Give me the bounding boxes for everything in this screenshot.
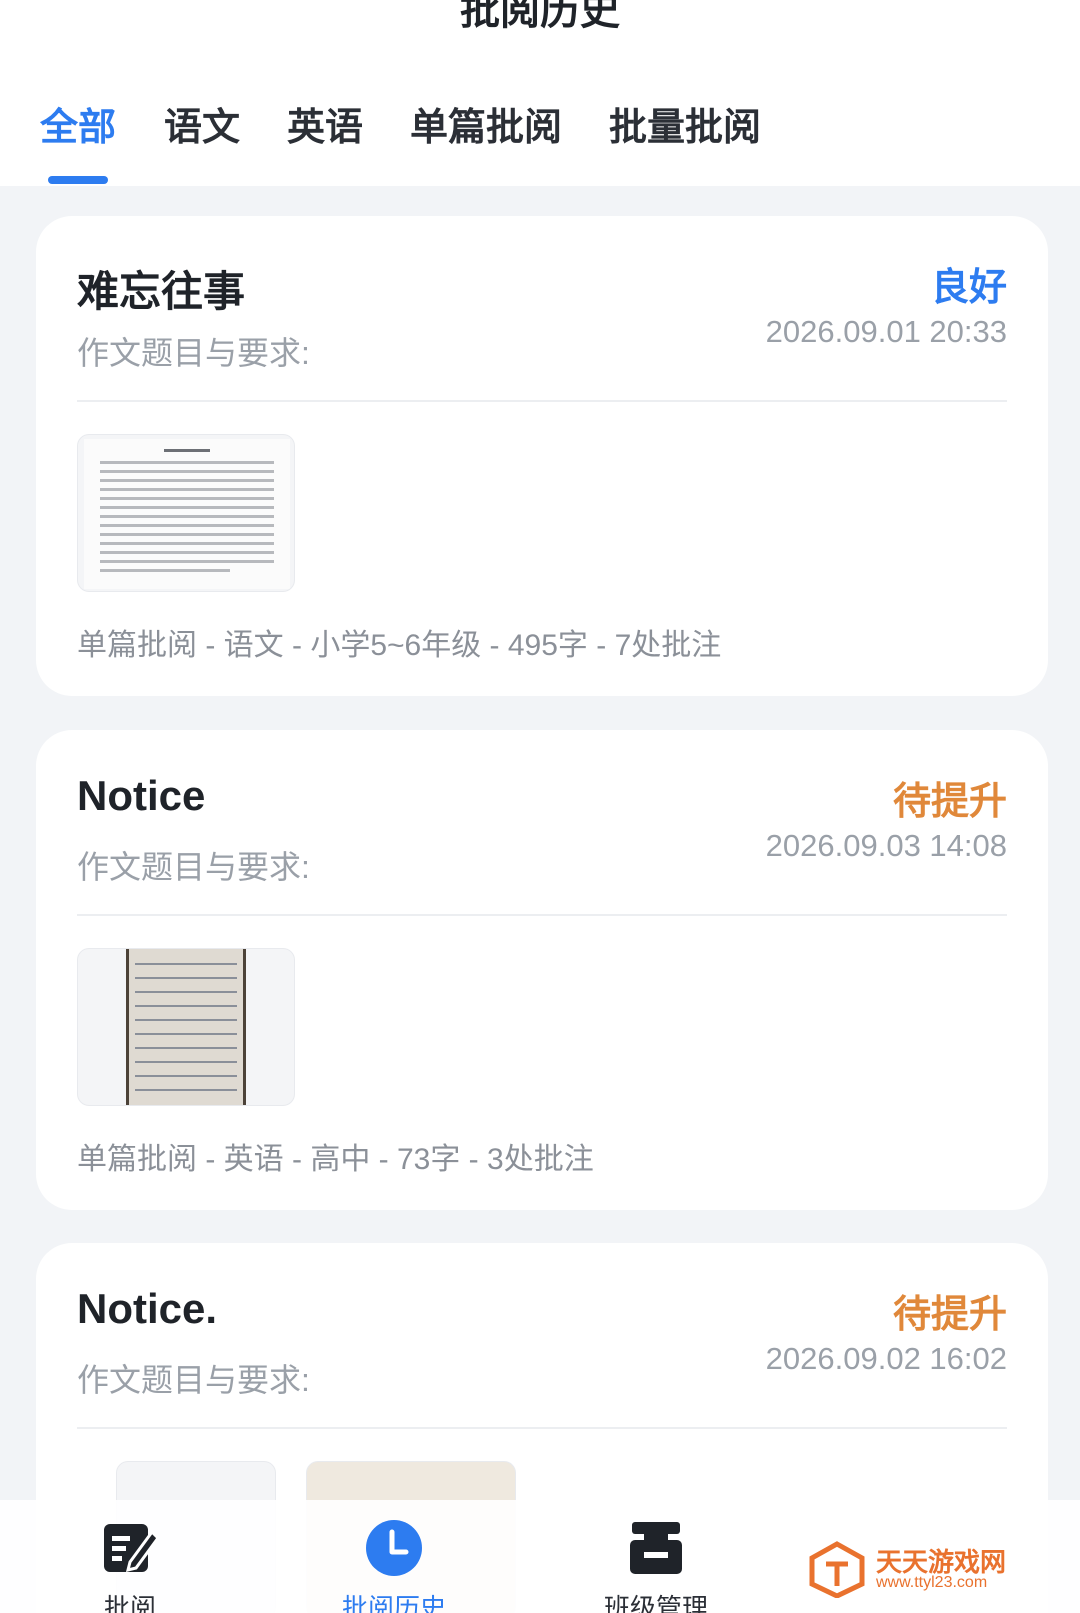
document-page xyxy=(84,439,290,589)
header: 批阅历史 全部 语文 英语 单篇批阅 批量批阅 xyxy=(0,0,1080,186)
nav-label: 批阅 xyxy=(103,1593,156,1613)
review-card[interactable]: Notice 作文题目与要求: 待提升 2026.09.03 14:08 单篇批… xyxy=(36,730,1048,1210)
nav-label: 批阅历史 xyxy=(341,1593,446,1613)
card-title: Notice. xyxy=(77,1285,218,1332)
clock-icon xyxy=(366,1520,422,1576)
card-meta: 单篇批阅 - 语文 - 小学5~6年级 - 495字 - 7处批注 xyxy=(77,629,722,662)
status-badge: 待提升 xyxy=(892,1294,1007,1336)
edit-document-icon xyxy=(104,1524,160,1573)
card-date: 2026.09.03 14:08 xyxy=(765,828,1007,863)
class-management-icon xyxy=(630,1522,682,1574)
card-subtitle: 作文题目与要求: xyxy=(77,849,310,885)
status-badge: 良好 xyxy=(930,267,1007,309)
tab-single-review[interactable]: 单篇批阅 xyxy=(410,96,562,151)
nav-label: 班级管理 xyxy=(603,1593,708,1613)
divider xyxy=(77,400,1007,402)
watermark: 天天游戏网 www.ttyl23.com xyxy=(808,1540,1048,1600)
tab-chinese[interactable]: 语文 xyxy=(164,96,240,151)
watermark-url: www.ttyl23.com xyxy=(876,1574,988,1591)
nav-item-history[interactable]: 批阅历史 xyxy=(294,1500,494,1613)
tab-batch-review[interactable]: 批量批阅 xyxy=(609,96,761,151)
handwritten-essay-thumbnail[interactable] xyxy=(77,948,295,1106)
active-tab-indicator xyxy=(48,176,108,184)
status-badge: 待提升 xyxy=(892,781,1007,823)
card-title: 难忘往事 xyxy=(77,268,246,315)
tab-english[interactable]: 英语 xyxy=(287,96,363,151)
card-subtitle: 作文题目与要求: xyxy=(77,335,310,371)
card-date: 2026.09.02 16:02 xyxy=(765,1341,1007,1376)
divider xyxy=(77,1427,1007,1429)
printed-document-thumbnail[interactable] xyxy=(77,434,295,592)
nav-item-review[interactable]: 批阅 xyxy=(30,1500,230,1613)
card-subtitle: 作文题目与要求: xyxy=(77,1362,310,1398)
review-card[interactable]: 难忘往事 作文题目与要求: 良好 2026.09.01 20:33 单篇批阅 -… xyxy=(36,216,1048,696)
card-date: 2026.09.01 20:33 xyxy=(765,314,1007,349)
tab-bar: 全部 语文 英语 单篇批阅 批量批阅 xyxy=(0,96,1080,186)
handwritten-page xyxy=(126,949,246,1105)
divider xyxy=(77,914,1007,916)
nav-item-class-management[interactable]: 班级管理 xyxy=(556,1500,756,1613)
card-meta: 单篇批阅 - 英语 - 高中 - 73字 - 3处批注 xyxy=(77,1143,594,1176)
tab-all[interactable]: 全部 xyxy=(40,96,116,151)
card-title: Notice xyxy=(77,772,206,819)
page-title: 批阅历史 xyxy=(460,0,620,33)
watermark-logo-icon xyxy=(809,1541,865,1598)
